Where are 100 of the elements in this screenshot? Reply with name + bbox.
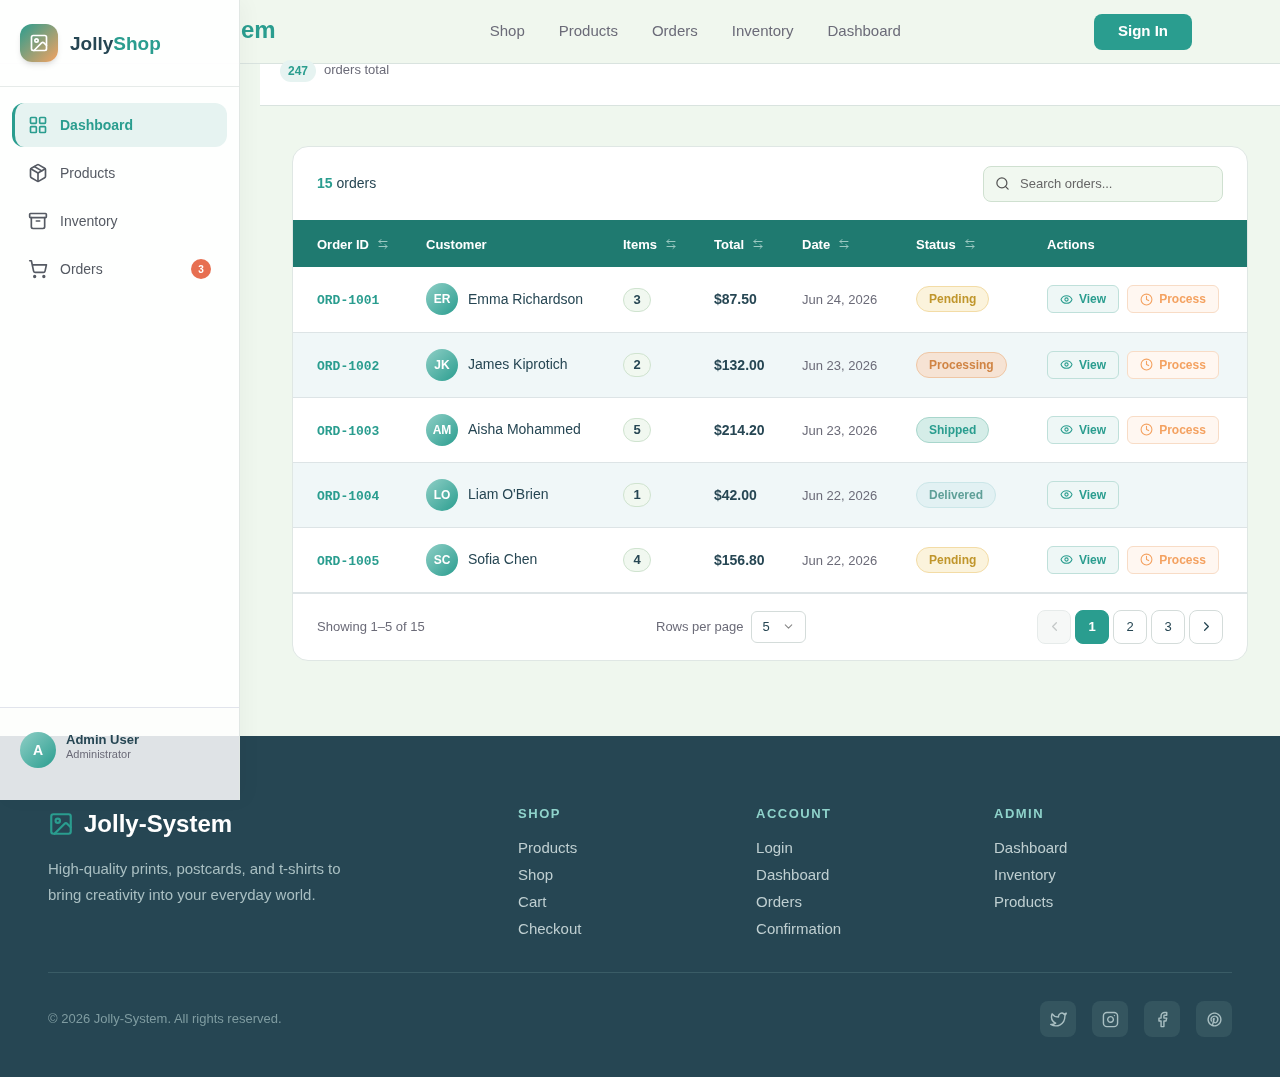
- footer-link[interactable]: Checkout: [518, 918, 757, 938]
- sort-icon[interactable]: [838, 238, 851, 251]
- order-date: Jun 22, 2026: [802, 552, 878, 568]
- page-button[interactable]: 2: [1113, 609, 1147, 644]
- eye-icon: [1060, 423, 1073, 436]
- order-date: Jun 23, 2026: [802, 422, 878, 438]
- customer-name: Emma Richardson: [468, 289, 584, 309]
- eye-icon: [1060, 292, 1073, 306]
- view-button[interactable]: View: [1047, 545, 1120, 574]
- footer-link[interactable]: Products: [994, 891, 1232, 911]
- order-id[interactable]: ORD-1005: [317, 553, 380, 569]
- rows-per-page-select[interactable]: 5: [751, 610, 807, 643]
- customer-avatar: LO: [426, 478, 458, 511]
- box-icon: [28, 163, 48, 183]
- footer-link[interactable]: Dashboard: [756, 864, 994, 884]
- footer-link[interactable]: Confirmation: [756, 918, 994, 938]
- archive-icon: [28, 211, 48, 231]
- facebook-icon[interactable]: [1144, 1001, 1180, 1037]
- nav-link[interactable]: Products: [558, 20, 618, 43]
- footer-link[interactable]: Orders: [756, 891, 994, 911]
- clock-icon: [1140, 358, 1154, 371]
- order-date: Jun 23, 2026: [802, 357, 878, 373]
- column-header: Customer: [426, 235, 487, 254]
- order-id[interactable]: ORD-1003: [317, 423, 380, 439]
- orders-badge: 3: [191, 259, 211, 279]
- footer-link[interactable]: Dashboard: [994, 837, 1232, 857]
- count-badge: 247: [280, 60, 317, 82]
- image-icon: [48, 811, 74, 837]
- sidebar-item[interactable]: Dashboard: [12, 103, 227, 147]
- customer-name: James Kiprotich: [468, 355, 568, 374]
- eye-icon: [1060, 358, 1073, 371]
- order-id[interactable]: ORD-1002: [317, 358, 380, 374]
- footer-link[interactable]: Products: [518, 837, 757, 857]
- items-count: 2: [623, 352, 651, 377]
- footer-link[interactable]: Login: [756, 837, 994, 857]
- instagram-icon[interactable]: [1092, 1001, 1128, 1037]
- customer-avatar: JK: [426, 348, 458, 381]
- sidebar-item[interactable]: Products: [12, 151, 227, 195]
- footer-tagline: High-quality prints, postcards, and t-shirts to bring creativity into your everyday world.: [48, 859, 342, 905]
- order-id[interactable]: ORD-1004: [317, 488, 380, 504]
- copyright-text: © 2026 Jolly-System. All rights reserved.: [48, 1010, 282, 1029]
- footer-link[interactable]: Shop: [518, 864, 757, 884]
- order-date: Jun 24, 2026: [802, 292, 878, 308]
- view-button[interactable]: View: [1047, 480, 1120, 509]
- status-badge: Processing: [916, 351, 1007, 378]
- nav-link[interactable]: Dashboard: [827, 20, 901, 43]
- orders-count: 15 orders: [317, 174, 377, 193]
- user-name: Admin User: [66, 732, 139, 748]
- site-logo[interactable]: em: [241, 11, 276, 48]
- footer-link[interactable]: Cart: [518, 891, 757, 911]
- footer-column-title: ADMIN: [994, 805, 1046, 823]
- nav-link[interactable]: Inventory: [731, 20, 794, 43]
- sort-icon[interactable]: [664, 238, 677, 251]
- page-button[interactable]: 3: [1151, 609, 1185, 644]
- sort-icon[interactable]: [377, 238, 389, 251]
- clock-icon: [1140, 423, 1154, 436]
- order-id[interactable]: ORD-1001: [317, 293, 380, 309]
- footer-column-title: ACCOUNT: [756, 805, 833, 823]
- order-total: $87.50: [714, 291, 757, 308]
- logo-icon: [20, 24, 58, 62]
- order-total: $214.20: [714, 421, 765, 438]
- sidebar-brand: JollyShop: [70, 31, 161, 56]
- page-button[interactable]: 1: [1075, 609, 1109, 644]
- sidebar-item[interactable]: Inventory: [12, 199, 227, 243]
- customer-avatar: AM: [426, 413, 458, 446]
- sidebar-item[interactable]: Orders 3: [12, 247, 227, 291]
- column-header[interactable]: Status: [916, 234, 976, 254]
- order-total: $42.00: [714, 486, 757, 503]
- grid-icon: [28, 115, 48, 135]
- footer-brand: Jolly-System: [84, 809, 233, 839]
- status-badge: Shipped: [916, 416, 990, 443]
- footer-link[interactable]: Inventory: [994, 864, 1232, 884]
- nav-link[interactable]: Shop: [489, 20, 525, 43]
- column-header[interactable]: Order ID: [317, 234, 389, 254]
- pinterest-icon[interactable]: [1196, 1001, 1232, 1037]
- footer-column-title: SHOP: [518, 805, 562, 823]
- customer-avatar: ER: [426, 283, 458, 316]
- order-total: $132.00: [714, 356, 765, 373]
- sort-icon[interactable]: [752, 238, 765, 251]
- next-page-button[interactable]: [1189, 609, 1223, 644]
- column-header[interactable]: Total: [714, 234, 765, 254]
- cart-icon: [28, 259, 48, 279]
- twitter-icon[interactable]: [1040, 1001, 1076, 1037]
- eye-icon: [1060, 488, 1073, 501]
- column-header[interactable]: Date: [802, 234, 851, 254]
- search-icon: [995, 175, 1010, 191]
- customer-name: Aisha Mohammed: [468, 420, 581, 439]
- customer-avatar: SC: [426, 543, 458, 576]
- column-header: Actions: [1047, 235, 1095, 254]
- status-badge: Pending: [916, 546, 990, 573]
- eye-icon: [1060, 553, 1073, 566]
- view-button[interactable]: View: [1047, 415, 1120, 444]
- sort-icon[interactable]: [963, 238, 976, 251]
- user-role: Administrator: [66, 748, 132, 761]
- search-field[interactable]: Search orders...: [983, 165, 1223, 202]
- view-button[interactable]: View: [1047, 285, 1120, 314]
- column-header[interactable]: Items: [623, 234, 677, 254]
- view-button[interactable]: View: [1047, 350, 1120, 379]
- nav-link[interactable]: Orders: [651, 20, 698, 43]
- sign-in-button[interactable]: Sign In: [1094, 13, 1192, 50]
